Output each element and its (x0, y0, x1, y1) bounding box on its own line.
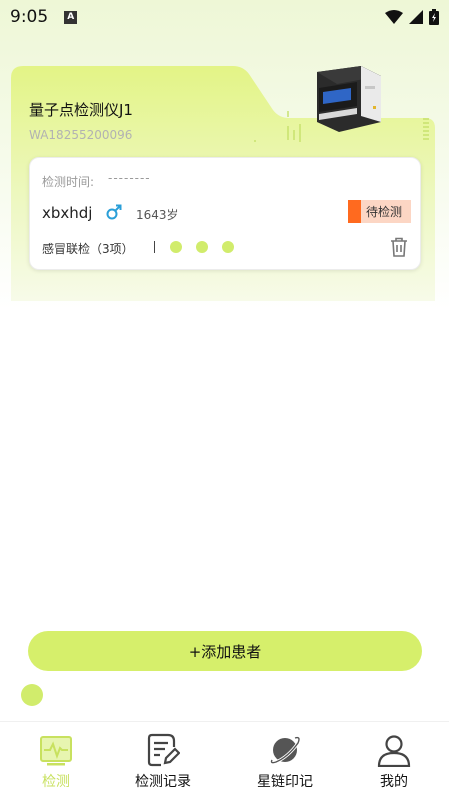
floating-dot[interactable] (21, 684, 43, 706)
device-name: 量子点检测仪J1 (29, 101, 133, 119)
divider (154, 241, 155, 253)
nav-label: 星链印记 (257, 774, 313, 790)
nav-item-records[interactable]: 检测记录 (128, 722, 198, 800)
monitor-icon (40, 736, 72, 766)
status-right-icons (385, 9, 439, 25)
wifi-icon (385, 10, 403, 24)
notification-icon: A (64, 10, 78, 24)
status-badge-bar (348, 200, 361, 223)
bottom-nav: 检测 检测记录 星链印记 我的 (0, 721, 449, 800)
test-item-dot (170, 241, 182, 253)
patient-name: xbxhdj (42, 204, 93, 222)
device-serial: WA18255200096 (29, 128, 133, 142)
analyzer-device-image (317, 66, 381, 132)
planet-icon (269, 735, 301, 765)
nav-label: 检测记录 (135, 774, 191, 790)
test-time-label: 检测时间: (42, 175, 95, 189)
nav-item-starlink[interactable]: 星链印记 (250, 722, 320, 800)
status-bar: 9:05 A (0, 0, 449, 34)
signal-icon (409, 10, 423, 24)
test-time-value: -------- (108, 171, 151, 185)
battery-icon (429, 9, 439, 25)
patient-card[interactable]: 检测时间: -------- xbxhdj 1643岁 待检测 感冒联检（3项） (29, 157, 421, 270)
nav-item-detect[interactable]: 检测 (34, 722, 78, 800)
trash-icon[interactable] (390, 237, 408, 257)
nav-label: 检测 (42, 774, 70, 790)
patient-age: 1643岁 (136, 208, 179, 222)
add-patient-button[interactable]: +添加患者 (28, 631, 422, 671)
nav-item-profile[interactable]: 我的 (372, 722, 416, 800)
user-icon (377, 735, 411, 767)
male-icon (106, 204, 122, 220)
nav-label: 我的 (380, 774, 408, 790)
status-badge: 待检测 (348, 200, 411, 223)
test-panel-name: 感冒联检（3项） (42, 242, 134, 256)
document-edit-icon (147, 733, 180, 767)
status-time: 9:05 (10, 7, 49, 27)
test-item-dot (222, 241, 234, 253)
status-badge-label: 待检测 (366, 205, 403, 219)
test-item-dot (196, 241, 208, 253)
